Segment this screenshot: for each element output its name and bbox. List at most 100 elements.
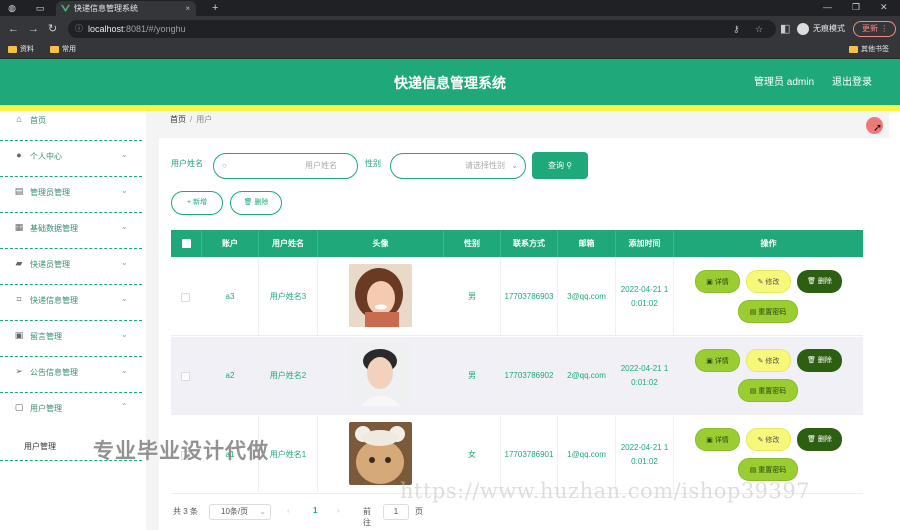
delete-label: 删除 <box>817 436 832 443</box>
add-button[interactable]: + 新增 <box>171 191 223 215</box>
tab-group-icon[interactable]: ▭ <box>34 2 46 14</box>
mouse-cursor-icon: ➚ <box>873 122 883 134</box>
delete-label: 删除 <box>817 357 832 364</box>
account-cell: a2 <box>202 337 259 415</box>
row-checkbox[interactable] <box>181 372 190 381</box>
reload-icon[interactable]: ↻ <box>48 22 57 36</box>
sidebar-item-home[interactable]: ⌂ 首页 <box>0 105 142 141</box>
grid-icon: ▦ <box>14 222 24 232</box>
chevron-down-icon: ⌄ <box>121 150 128 159</box>
detail-button[interactable]: ▣ 详情 <box>695 349 740 372</box>
sidebar-item-label: 用户管理 <box>30 404 62 413</box>
tab-close-icon[interactable]: × <box>185 1 190 16</box>
delete-button[interactable]: 🗑 删除 <box>797 428 842 451</box>
maximize-icon[interactable]: ❐ <box>852 0 860 14</box>
reset-password-button[interactable]: ▤ 重置密码 <box>738 458 798 481</box>
delete-label: 删除 <box>817 278 832 285</box>
bookmark-star-icon[interactable]: ☆ <box>755 20 763 38</box>
select-all-cell <box>171 230 202 257</box>
truck-icon: ▰ <box>15 258 23 268</box>
forward-icon[interactable]: → <box>28 22 39 36</box>
reset-password-button[interactable]: ▤ 重置密码 <box>738 300 798 323</box>
page-size-select[interactable]: 10条/页 ⌄ <box>209 504 271 520</box>
browser-tab[interactable]: 快递信息管理系统 × <box>56 1 196 16</box>
sidebar-item-basic-data[interactable]: ▦ 基础数据管理 ⌄ <box>0 213 142 249</box>
chat-icon: ▢ <box>14 402 24 412</box>
row-checkbox[interactable] <box>181 293 190 302</box>
breadcrumb-home[interactable]: 首页 <box>170 115 186 124</box>
update-label: 更新 <box>862 24 878 33</box>
logout-link[interactable]: 退出登录 <box>832 59 872 107</box>
breadcrumb: 首页 / 用户 <box>170 113 212 127</box>
sidebar-item-messages[interactable]: ▣ 留言管理 ⌄ <box>0 321 142 357</box>
select-all-checkbox[interactable] <box>182 239 191 248</box>
browser-tabbar: ◍ ▭ 快递信息管理系统 × + — ❐ ✕ <box>0 0 900 16</box>
column-header: 添加时间 <box>616 230 674 257</box>
main-content: 首页 / 用户 用户姓名 ○ 用户姓名 性别 请选择性别 ⌄ 查询 ⚲ + 新增 🗑… <box>146 111 900 530</box>
user-icon: ● <box>16 150 22 160</box>
trash-icon: 🗑 <box>807 278 816 285</box>
url-input[interactable]: ⓘ localhost:8081/#/yonghu ⚷ ☆ <box>68 20 776 38</box>
goto-label: 前往 <box>363 507 371 527</box>
reset-label: 重置密码 <box>758 467 787 474</box>
sidebar-item-user-management[interactable]: ▢ 用户管理 ⌃ <box>0 393 142 429</box>
update-button[interactable]: 更新 ⋮ <box>853 21 896 37</box>
edit-label: 修改 <box>765 358 780 365</box>
back-icon[interactable]: ← <box>8 22 19 36</box>
phone-cell: 17703786903 <box>501 258 558 336</box>
minimize-icon[interactable]: — <box>823 0 832 14</box>
edit-button[interactable]: ✎ 修改 <box>746 428 791 451</box>
page-size-value: 10条/页 <box>221 507 249 516</box>
trash-icon: 🗑 <box>807 436 816 443</box>
sidebar-item-label: 快递信息管理 <box>30 296 78 305</box>
query-button[interactable]: 查询 ⚲ <box>532 152 588 179</box>
detail-button[interactable]: ▣ 详情 <box>695 270 740 293</box>
chevron-up-icon: ⌃ <box>121 402 128 411</box>
trash-icon: 🗑 <box>807 357 816 364</box>
edit-button[interactable]: ✎ 修改 <box>746 349 791 372</box>
next-page-icon[interactable]: › <box>337 506 340 515</box>
reset-password-button[interactable]: ▤ 重置密码 <box>738 379 798 402</box>
sidebar-item-personal-center[interactable]: ● 个人中心 ⌄ <box>0 141 142 177</box>
sidebar-item-label: 个人中心 <box>30 152 62 161</box>
prev-page-icon[interactable]: ‹ <box>287 506 290 515</box>
sidebar-item-courier-management[interactable]: ▰ 快递员管理 ⌄ <box>0 249 142 285</box>
detail-icon: ▣ <box>706 279 713 286</box>
window-close-icon[interactable]: ✕ <box>880 0 888 14</box>
watermark-text: 专业毕业设计代做 <box>93 440 269 463</box>
breadcrumb-separator: / <box>190 115 193 124</box>
sidebar-item-admin-management[interactable]: ▤ 管理员管理 ⌄ <box>0 177 142 213</box>
gender-cell: 男 <box>444 258 501 336</box>
batch-delete-button[interactable]: 🗑 删除 <box>230 191 282 215</box>
browser-profile-icon[interactable]: ◍ <box>6 2 18 14</box>
gender-select[interactable]: 请选择性别 ⌄ <box>390 153 526 179</box>
bookmark-label: 常用 <box>62 46 76 53</box>
bookmark-folder[interactable]: 资料 <box>8 42 34 58</box>
detail-button[interactable]: ▣ 详情 <box>695 428 740 451</box>
search-icon: ○ <box>222 161 227 170</box>
email-cell: 2@qq.com <box>558 337 616 415</box>
delete-button[interactable]: 🗑 删除 <box>797 270 842 293</box>
edit-button[interactable]: ✎ 修改 <box>746 270 791 293</box>
delete-label: 删除 <box>254 199 269 206</box>
bookmark-folder[interactable]: 常用 <box>50 42 76 58</box>
site-info-icon[interactable]: ⓘ <box>75 20 83 38</box>
new-tab-icon[interactable]: + <box>212 0 218 16</box>
delete-button[interactable]: 🗑 删除 <box>797 349 842 372</box>
tab-title: 快递信息管理系统 <box>74 4 138 13</box>
other-bookmarks[interactable]: 其他书签 <box>849 42 889 58</box>
name-search-input[interactable]: ○ 用户姓名 <box>213 153 358 179</box>
sidebar-subitem-label: 用户管理 <box>24 442 56 451</box>
sidebar-item-express-info[interactable]: ⌗ 快递信息管理 ⌄ <box>0 285 142 321</box>
sidebar-item-label: 首页 <box>30 116 46 125</box>
reset-label: 重置密码 <box>758 309 787 316</box>
gender-filter-label: 性别 <box>365 159 381 168</box>
sidebar-item-announcements[interactable]: ➢ 公告信息管理 ⌄ <box>0 357 142 393</box>
goto-page-input[interactable]: 1 <box>383 504 409 520</box>
sidepanel-icon[interactable]: ◧ <box>780 22 790 36</box>
incognito-indicator[interactable]: 无痕模式 <box>797 21 845 37</box>
page-number[interactable]: 1 <box>313 506 317 515</box>
bookmark-label: 其他书签 <box>861 46 889 53</box>
send-icon: ➢ <box>15 366 23 376</box>
key-icon[interactable]: ⚷ <box>733 20 740 38</box>
